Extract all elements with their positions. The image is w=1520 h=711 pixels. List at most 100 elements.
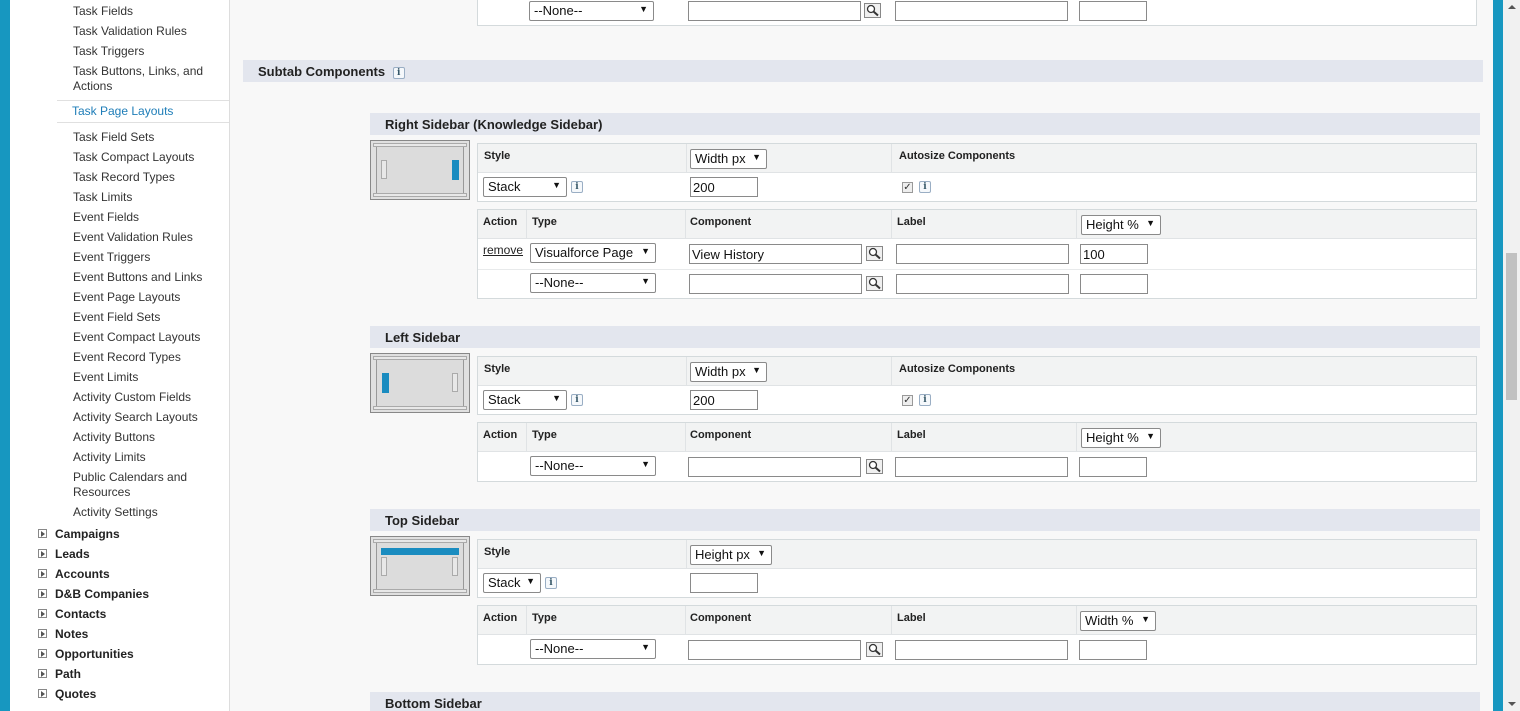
sidebar-item-event-fields[interactable]: Event Fields: [73, 210, 229, 225]
sidebar-item-event-page-layouts[interactable]: Event Page Layouts: [73, 290, 229, 305]
width-px-select[interactable]: Width px ▼: [690, 149, 767, 169]
scroll-up-icon[interactable]: [1508, 5, 1516, 9]
width-input[interactable]: 200: [690, 177, 758, 197]
type-select[interactable]: Visualforce Page ▼: [530, 243, 656, 263]
type-select[interactable]: --None-- ▼: [530, 639, 656, 659]
style-select[interactable]: Stack ▼: [483, 390, 567, 410]
sidebar-item-task-page-layouts[interactable]: Task Page Layouts: [57, 100, 229, 123]
component-input[interactable]: [688, 457, 861, 477]
top-sidebar-components-table: Action Type Component Label Width % ▼ --N…: [477, 605, 1477, 665]
expand-arrow-icon[interactable]: [38, 549, 47, 558]
sidebar-item-task-fields[interactable]: Task Fields: [73, 4, 229, 19]
sidebar-top-contacts[interactable]: Contacts: [38, 607, 106, 621]
sidebar-top-label: Notes: [55, 627, 89, 641]
info-icon[interactable]: i: [571, 394, 583, 406]
info-icon[interactable]: i: [919, 394, 931, 406]
sidebar-item-event-validation-rules[interactable]: Event Validation Rules: [73, 230, 229, 245]
sidebar-item-event-buttons-links[interactable]: Event Buttons and Links: [73, 270, 229, 285]
dimension-input[interactable]: [1080, 274, 1148, 294]
info-icon[interactable]: i: [392, 66, 405, 79]
dimension-input[interactable]: [1079, 457, 1147, 477]
magnifier-lookup-icon[interactable]: [866, 246, 883, 261]
sidebar-top-dnb-companies[interactable]: D&B Companies: [38, 587, 149, 601]
expand-arrow-icon[interactable]: [38, 669, 47, 678]
info-icon[interactable]: i: [571, 181, 583, 193]
component-input[interactable]: [688, 640, 861, 660]
sidebar-item-task-field-sets[interactable]: Task Field Sets: [73, 130, 229, 145]
sidebar-top-campaigns[interactable]: Campaigns: [38, 527, 120, 541]
sidebar-item-public-calendars-resources[interactable]: Public Calendars and Resources: [73, 470, 229, 500]
autosize-checkbox[interactable]: ✓: [902, 395, 913, 406]
sidebar-item-task-record-types[interactable]: Task Record Types: [73, 170, 229, 185]
label-input[interactable]: [895, 457, 1068, 477]
sidebar-top-label: D&B Companies: [55, 587, 150, 601]
dimension-input[interactable]: 100: [1080, 244, 1148, 264]
style-label: Style: [484, 150, 511, 162]
magnifier-lookup-icon[interactable]: [866, 276, 883, 291]
left-sidebar-header: Left Sidebar: [370, 326, 1480, 348]
magnifier-lookup-icon[interactable]: [864, 3, 881, 18]
scrollbar-thumb[interactable]: [1506, 253, 1517, 400]
expand-arrow-icon[interactable]: [38, 529, 47, 538]
component-input[interactable]: [688, 1, 861, 21]
sidebar-item-activity-search-layouts[interactable]: Activity Search Layouts: [73, 410, 229, 425]
type-select[interactable]: --None-- ▼: [530, 456, 656, 476]
dimension-input[interactable]: [1079, 1, 1147, 21]
select-value: Stack: [488, 575, 521, 590]
expand-arrow-icon[interactable]: [38, 589, 47, 598]
height-px-select[interactable]: Height px ▼: [690, 545, 772, 565]
sidebar-item-activity-custom-fields[interactable]: Activity Custom Fields: [73, 390, 229, 405]
sidebar-top-accounts[interactable]: Accounts: [38, 567, 110, 581]
expand-arrow-icon[interactable]: [38, 649, 47, 658]
sidebar-top-notes[interactable]: Notes: [38, 627, 88, 641]
info-icon[interactable]: i: [545, 577, 557, 589]
sidebar-item-task-limits[interactable]: Task Limits: [73, 190, 229, 205]
width-px-select[interactable]: Width px ▼: [690, 362, 767, 382]
sidebar-item-event-limits[interactable]: Event Limits: [73, 370, 229, 385]
sidebar-item-task-triggers[interactable]: Task Triggers: [73, 44, 229, 59]
info-icon[interactable]: i: [919, 181, 931, 193]
type-select[interactable]: --None-- ▼: [529, 1, 654, 21]
style-select[interactable]: Stack ▼: [483, 177, 567, 197]
sidebar-item-event-record-types[interactable]: Event Record Types: [73, 350, 229, 365]
scroll-down-icon[interactable]: [1508, 702, 1516, 706]
page-scrollbar[interactable]: [1503, 0, 1520, 711]
magnifier-lookup-icon[interactable]: [866, 642, 883, 657]
label-input[interactable]: [896, 274, 1069, 294]
label-input[interactable]: [895, 1, 1068, 21]
height-percent-select[interactable]: Height % ▼: [1081, 215, 1161, 235]
component-input[interactable]: [689, 274, 862, 294]
sidebar-top-leads[interactable]: Leads: [38, 547, 90, 561]
expand-arrow-icon[interactable]: [38, 689, 47, 698]
sidebar-item-event-triggers[interactable]: Event Triggers: [73, 250, 229, 265]
expand-arrow-icon[interactable]: [38, 569, 47, 578]
style-select[interactable]: Stack ▼: [483, 573, 541, 593]
sidebar-top-opportunities[interactable]: Opportunities: [38, 647, 134, 661]
magnifier-lookup-icon[interactable]: [866, 459, 883, 474]
sidebar-top-path[interactable]: Path: [38, 667, 81, 681]
sidebar-item-task-buttons-links-actions[interactable]: Task Buttons, Links, and Actions: [73, 64, 229, 94]
width-input[interactable]: 200: [690, 390, 758, 410]
sidebar-item-task-compact-layouts[interactable]: Task Compact Layouts: [73, 150, 229, 165]
width-percent-select[interactable]: Width % ▼: [1080, 611, 1156, 631]
dimension-input[interactable]: [1079, 640, 1147, 660]
autosize-checkbox[interactable]: ✓: [902, 182, 913, 193]
component-input[interactable]: View History: [689, 244, 862, 264]
height-input[interactable]: [690, 573, 758, 593]
sidebar-item-event-field-sets[interactable]: Event Field Sets: [73, 310, 229, 325]
sidebar-top-quotes[interactable]: Quotes: [38, 687, 96, 701]
sidebar-item-activity-buttons[interactable]: Activity Buttons: [73, 430, 229, 445]
sidebar-item-event-compact-layouts[interactable]: Event Compact Layouts: [73, 330, 229, 345]
expand-arrow-icon[interactable]: [38, 629, 47, 638]
component-header: Component: [690, 216, 752, 228]
height-percent-select[interactable]: Height % ▼: [1081, 428, 1161, 448]
label-input[interactable]: [896, 244, 1069, 264]
sidebar-item-activity-limits[interactable]: Activity Limits: [73, 450, 229, 465]
remove-link[interactable]: remove: [483, 243, 523, 257]
sidebar-top-label: Leads: [55, 547, 90, 561]
expand-arrow-icon[interactable]: [38, 609, 47, 618]
sidebar-item-task-validation-rules[interactable]: Task Validation Rules: [73, 24, 229, 39]
label-input[interactable]: [895, 640, 1068, 660]
type-select[interactable]: --None-- ▼: [530, 273, 656, 293]
sidebar-item-activity-settings[interactable]: Activity Settings: [73, 505, 229, 520]
